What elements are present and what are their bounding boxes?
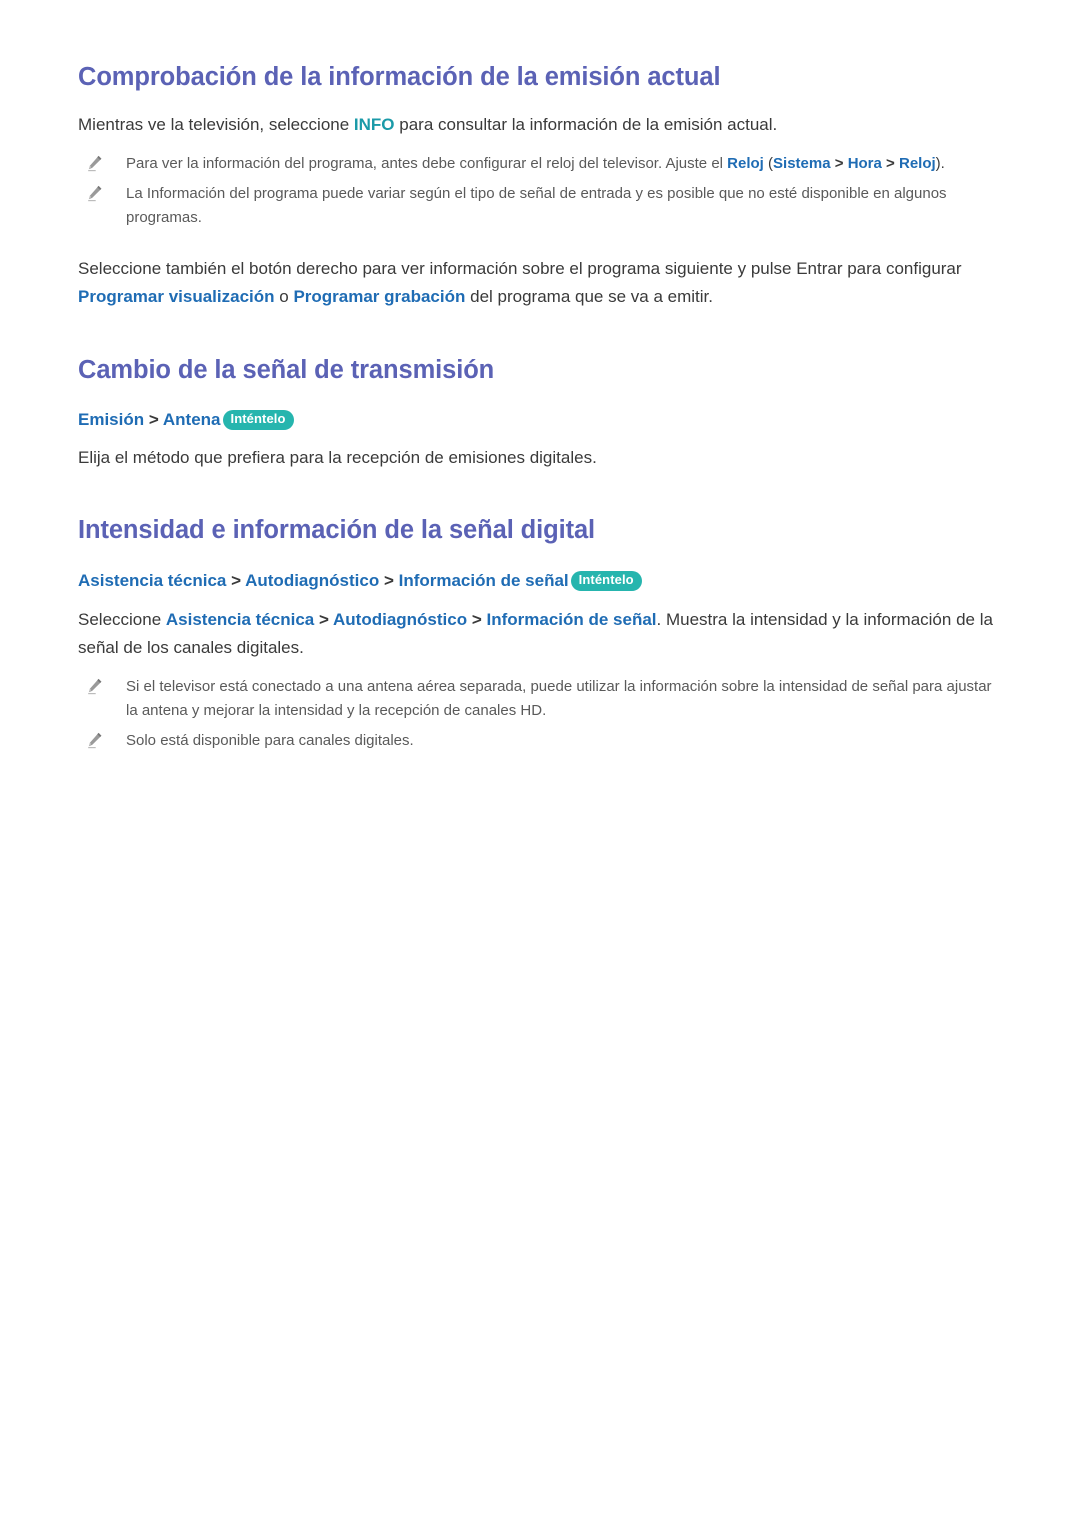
list-item: Si el televisor está conectado a una ant… <box>78 675 1002 722</box>
menu-link-autodiagnostico[interactable]: Autodiagnóstico <box>245 571 379 590</box>
pencil-icon <box>86 677 104 695</box>
pencil-icon <box>86 154 104 172</box>
note-text: Para ver la información del programa, an… <box>126 155 945 172</box>
note-text: Solo está disponible para canales digita… <box>126 731 414 749</box>
section-2-menu-path: Emisión > Antena Inténtelo <box>78 406 1002 433</box>
outro-text-before: Seleccione también el botón derecho para… <box>78 259 962 279</box>
menu-separator: > <box>467 610 487 630</box>
pencil-icon <box>86 184 104 202</box>
section-3-menu-path: Asistencia técnica > Autodiagnóstico > I… <box>78 567 1002 594</box>
menu-link-autodiagnostico-inline[interactable]: Autodiagnóstico <box>333 610 467 629</box>
list-item: Solo está disponible para canales digita… <box>78 729 1002 753</box>
try-it-badge[interactable]: Inténtelo <box>570 571 642 591</box>
section-1-outro-paragraph: Seleccione también el botón derecho para… <box>78 255 1002 310</box>
section-2-heading: Cambio de la señal de transmisión <box>78 355 495 384</box>
list-item: Para ver la información del programa, an… <box>78 152 1002 176</box>
menu-link-reloj[interactable]: Reloj <box>727 155 764 172</box>
section-3-note-list: Si el televisor está conectado a una ant… <box>78 675 1002 752</box>
menu-link-sistema[interactable]: Sistema <box>773 155 831 172</box>
menu-link-antena[interactable]: Antena <box>163 410 221 429</box>
paren-open: ( <box>763 155 774 173</box>
section-3-body-paragraph: Seleccione Asistencia técnica > Autodiag… <box>78 606 1002 661</box>
menu-link-asistencia-tecnica[interactable]: Asistencia técnica <box>78 571 226 590</box>
document-content: Comprobación de la información de la emi… <box>78 0 1002 752</box>
menu-link-informacion-de-senal-inline[interactable]: Información de señal <box>486 610 656 629</box>
menu-link-emision[interactable]: Emisión <box>78 410 144 429</box>
menu-separator: > <box>881 155 899 173</box>
note-text: La Información del programa puede variar… <box>126 185 947 226</box>
section-1-note-list: Para ver la información del programa, an… <box>78 152 1002 229</box>
menu-link-programar-grabacion[interactable]: Programar grabación <box>293 287 465 306</box>
page-title: Comprobación de la información de la emi… <box>78 63 721 91</box>
section-3-heading: Intensidad e información de la señal dig… <box>78 516 596 545</box>
menu-separator: > <box>830 155 848 173</box>
info-keyword[interactable]: INFO <box>354 115 395 134</box>
menu-link-informacion-de-senal[interactable]: Información de señal <box>399 571 569 590</box>
menu-separator: > <box>144 410 163 430</box>
menu-link-hora[interactable]: Hora <box>848 155 882 172</box>
note-text-part1: Para ver la información del programa, an… <box>126 155 728 173</box>
menu-separator: > <box>379 571 399 590</box>
note-text: Si el televisor está conectado a una ant… <box>126 678 992 719</box>
outro-text-middle: o <box>274 287 294 306</box>
outro-text-after: del programa que se va a emitir. <box>465 287 713 306</box>
menu-link-reloj-2[interactable]: Reloj <box>899 155 936 172</box>
pencil-icon <box>86 731 104 749</box>
menu-link-programar-visualizacion[interactable]: Programar visualización <box>78 287 275 306</box>
section-2-body-paragraph: Elija el método que prefiera para la rec… <box>78 447 597 467</box>
body-text-before: Seleccione <box>78 610 166 630</box>
list-item: La Información del programa puede variar… <box>78 182 1002 229</box>
section-1-intro-paragraph: Mientras ve la televisión, seleccione IN… <box>78 111 1002 139</box>
menu-separator: > <box>314 610 333 630</box>
paren-close: ). <box>935 155 945 173</box>
menu-link-asistencia-tecnica-inline[interactable]: Asistencia técnica <box>166 610 314 629</box>
intro-text-after: para consultar la información de la emis… <box>394 114 778 134</box>
document-page: Comprobación de la información de la emi… <box>0 0 1080 1527</box>
menu-separator: > <box>226 571 246 590</box>
intro-text-before: Mientras ve la televisión, seleccione <box>78 114 354 134</box>
try-it-badge[interactable]: Inténtelo <box>222 410 294 431</box>
